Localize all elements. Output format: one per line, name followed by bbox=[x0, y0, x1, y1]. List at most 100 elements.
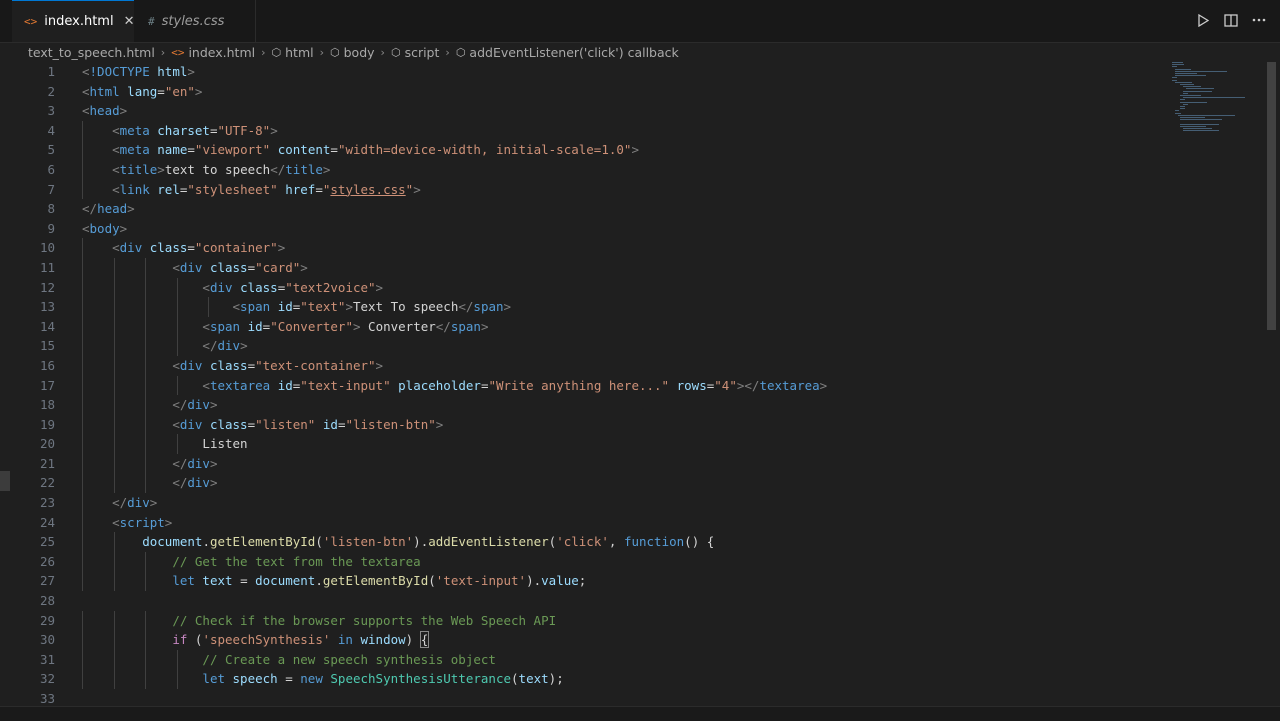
code-line[interactable]: 24 <script> bbox=[0, 512, 1280, 533]
element-icon: ⬡ bbox=[271, 45, 282, 59]
breadcrumb-item[interactable]: text_to_speech.html bbox=[28, 45, 155, 60]
breadcrumb: text_to_speech.html › <> index.html › ⬡ … bbox=[28, 43, 679, 61]
minimap-line bbox=[1174, 110, 1180, 112]
line-number: 32 bbox=[39, 671, 55, 687]
minimap-line bbox=[1174, 112, 1181, 114]
breadcrumb-item[interactable]: index.html bbox=[188, 45, 255, 60]
code-text: <span id="text">Text To speech</span> bbox=[232, 299, 512, 315]
line-number: 10 bbox=[39, 240, 55, 256]
code-text: <head> bbox=[82, 103, 128, 119]
minimap-line bbox=[1183, 92, 1188, 94]
line-number: 2 bbox=[47, 83, 55, 99]
tab-index-html[interactable]: <> index.html ✕ bbox=[12, 0, 134, 42]
code-text: <meta charset="UTF-8"> bbox=[112, 122, 278, 138]
code-line[interactable]: 6 <title>text to speech</title> bbox=[0, 159, 1280, 180]
code-text: <div class="card"> bbox=[172, 259, 308, 275]
minimap-line bbox=[1172, 77, 1178, 79]
code-text: if ('speechSynthesis' in window) { bbox=[172, 631, 430, 649]
line-number: 31 bbox=[39, 651, 55, 667]
code-line[interactable]: 30 if ('speechSynthesis' in window) { bbox=[0, 630, 1280, 650]
line-number: 8 bbox=[47, 201, 55, 217]
code-line[interactable]: 23 </div> bbox=[0, 493, 1280, 513]
line-number: 22 bbox=[39, 475, 55, 491]
minimap-line bbox=[1180, 125, 1206, 127]
code-text: </div> bbox=[112, 495, 158, 511]
minimap[interactable] bbox=[1172, 62, 1260, 142]
code-line[interactable]: 7 <link rel="stylesheet" href="styles.cs… bbox=[0, 179, 1280, 200]
code-line[interactable]: 21 </div> bbox=[0, 453, 1280, 474]
line-number: 7 bbox=[47, 181, 55, 197]
minimap-line bbox=[1183, 128, 1213, 129]
chevron-right-icon: › bbox=[261, 45, 266, 59]
code-text: </div> bbox=[202, 338, 248, 354]
split-editor-icon[interactable] bbox=[1224, 12, 1238, 28]
code-line[interactable]: 33 bbox=[0, 689, 1280, 707]
line-number: 27 bbox=[39, 573, 55, 589]
breadcrumb-item[interactable]: addEventListener('click') callback bbox=[469, 45, 678, 60]
tab-styles-css[interactable]: # styles.css bbox=[136, 0, 256, 42]
code-line[interactable]: 29 // Check if the browser supports the … bbox=[0, 610, 1280, 631]
code-line[interactable]: 20 Listen bbox=[0, 434, 1280, 454]
code-line[interactable]: 2 <html lang="en"> bbox=[0, 82, 1280, 102]
code-text: <link rel="stylesheet" href="styles.css"… bbox=[112, 181, 421, 197]
code-line[interactable]: 31 // Create a new speech synthesis obje… bbox=[0, 649, 1280, 670]
close-icon[interactable]: ✕ bbox=[124, 14, 135, 29]
more-actions-icon[interactable] bbox=[1252, 12, 1266, 28]
line-number: 1 bbox=[47, 64, 55, 79]
code-line[interactable]: 26 // Get the text from the textarea bbox=[0, 551, 1280, 572]
code-line[interactable]: 22 </div> bbox=[0, 473, 1280, 494]
code-line[interactable]: 32 let speech = new SpeechSynthesisUtter… bbox=[0, 669, 1280, 689]
code-line[interactable]: 14 <span id="Converter"> Converter</span… bbox=[0, 316, 1280, 337]
line-number: 29 bbox=[39, 612, 55, 628]
code-line[interactable]: 17 <textarea id="text-input" placeholder… bbox=[0, 375, 1280, 396]
editor-bottom-edge bbox=[0, 706, 1280, 721]
code-line[interactable]: 3 <head> bbox=[0, 101, 1280, 121]
code-text: // Create a new speech synthesis object bbox=[202, 651, 496, 667]
code-editor[interactable]: 1 <!DOCTYPE html> 2 <html lang="en"> 3 <head>… bbox=[0, 62, 1280, 707]
line-number: 18 bbox=[39, 397, 55, 413]
code-line[interactable]: 28 bbox=[0, 591, 1280, 611]
scrollbar-thumb[interactable] bbox=[1267, 62, 1276, 330]
code-text: <!DOCTYPE html> bbox=[82, 64, 195, 79]
code-line[interactable]: 8 </head> bbox=[0, 199, 1280, 219]
code-line[interactable]: 16 <div class="text-container"> bbox=[0, 355, 1280, 376]
code-line[interactable]: 4 <meta charset="UTF-8"> bbox=[0, 120, 1280, 141]
breadcrumb-item[interactable]: html bbox=[285, 45, 313, 60]
chevron-right-icon: › bbox=[445, 45, 450, 59]
code-line[interactable]: 11 <div class="card"> bbox=[0, 257, 1280, 278]
minimap-line bbox=[1180, 117, 1206, 118]
breadcrumb-item[interactable]: script bbox=[405, 45, 440, 60]
line-number: 14 bbox=[39, 318, 55, 334]
code-line[interactable]: 19 <div class="listen" id="listen-btn"> bbox=[0, 414, 1280, 435]
code-text: <textarea id="text-input" placeholder="W… bbox=[202, 377, 828, 393]
code-line[interactable]: 12 <div class="text2voice"> bbox=[0, 277, 1280, 298]
code-text: <div class="text-container"> bbox=[172, 357, 384, 373]
run-icon[interactable] bbox=[1196, 12, 1210, 28]
line-number: 9 bbox=[47, 220, 55, 236]
code-line[interactable]: 1 <!DOCTYPE html> bbox=[0, 62, 1280, 82]
minimap-line bbox=[1180, 84, 1194, 85]
chevron-right-icon: › bbox=[380, 45, 385, 59]
line-number: 30 bbox=[39, 632, 55, 648]
breadcrumb-item[interactable]: body bbox=[344, 45, 375, 60]
code-line[interactable]: 10 <div class="container"> bbox=[0, 238, 1280, 258]
code-line[interactable]: 9 <body> bbox=[0, 219, 1280, 239]
line-number: 24 bbox=[39, 514, 55, 530]
code-line[interactable]: 27 let text = document.getElementById('t… bbox=[0, 571, 1280, 592]
code-line[interactable]: 15 </div> bbox=[0, 336, 1280, 356]
code-line[interactable]: 25 document.getElementById('listen-btn')… bbox=[0, 532, 1280, 552]
code-text: Listen bbox=[202, 436, 248, 452]
code-text: <meta name="viewport" content="width=dev… bbox=[112, 142, 639, 158]
code-line[interactable]: 13 <span id="text">Text To speech</span> bbox=[0, 297, 1280, 317]
html-file-icon: <> bbox=[24, 15, 38, 28]
line-number: 16 bbox=[39, 357, 55, 373]
vertical-scrollbar[interactable] bbox=[1265, 62, 1279, 707]
element-icon: ⬡ bbox=[390, 45, 401, 59]
line-number: 23 bbox=[39, 495, 55, 511]
code-line[interactable]: 18 </div> bbox=[0, 395, 1280, 415]
minimap-line bbox=[1174, 68, 1192, 70]
line-number: 17 bbox=[39, 377, 55, 393]
minimap-line bbox=[1180, 106, 1185, 107]
code-line[interactable]: 5 <meta name="viewport" content="width=d… bbox=[0, 140, 1280, 160]
minimap-line bbox=[1183, 103, 1188, 105]
